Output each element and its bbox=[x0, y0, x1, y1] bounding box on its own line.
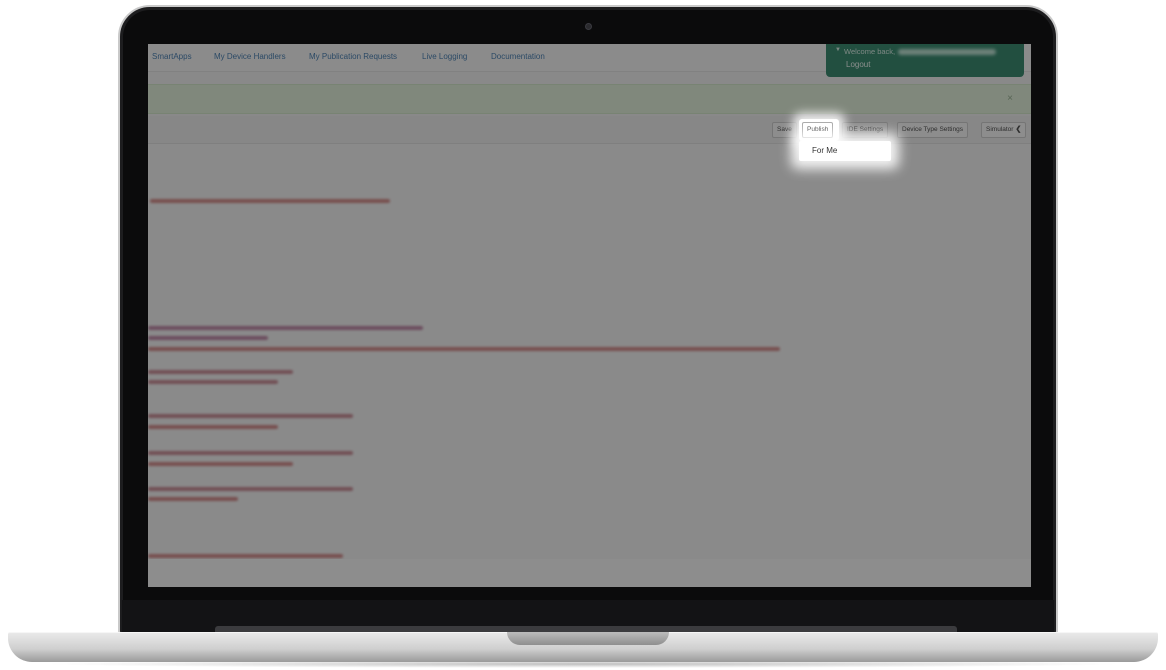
save-button[interactable]: Save bbox=[772, 122, 797, 138]
redacted-email bbox=[898, 49, 997, 56]
laptop-notch bbox=[507, 632, 669, 645]
publish-button[interactable]: Publish bbox=[802, 122, 834, 138]
code-line bbox=[148, 497, 238, 501]
editor-footer bbox=[148, 559, 1031, 587]
code-line bbox=[148, 370, 293, 374]
publish-highlight: Publish bbox=[799, 119, 839, 141]
code-line bbox=[148, 554, 343, 558]
code-line bbox=[148, 414, 353, 418]
code-line bbox=[148, 462, 293, 466]
success-alert: × bbox=[148, 84, 1031, 114]
nav-item-smartapps[interactable]: SmartApps bbox=[152, 52, 192, 61]
code-line bbox=[148, 487, 353, 491]
chevron-left-icon: ❮ bbox=[1015, 126, 1022, 133]
publish-dropdown: For Me bbox=[799, 141, 891, 161]
close-icon[interactable]: × bbox=[1007, 93, 1013, 104]
logout-link[interactable]: Logout bbox=[846, 60, 870, 69]
code-editor[interactable] bbox=[148, 144, 1031, 559]
nav-item-documentation[interactable]: Documentation bbox=[491, 52, 545, 61]
nav-item-live-logging[interactable]: Live Logging bbox=[422, 52, 467, 61]
nav-item-my-device-handlers[interactable]: My Device Handlers bbox=[214, 52, 286, 61]
ide-settings-button[interactable]: IDE Settings bbox=[842, 122, 889, 138]
code-line bbox=[148, 451, 353, 455]
simulator-label: Simulator bbox=[986, 126, 1014, 133]
welcome-prefix: Welcome back, bbox=[844, 47, 896, 56]
caret-down-icon[interactable]: ▼ bbox=[835, 47, 841, 53]
ide-screen: SmartApps My Device Handlers My Publicat… bbox=[148, 44, 1031, 587]
code-line bbox=[148, 336, 268, 340]
code-line bbox=[148, 326, 423, 330]
device-type-settings-button[interactable]: Device Type Settings bbox=[897, 122, 968, 138]
code-line bbox=[148, 425, 278, 429]
code-line bbox=[148, 347, 780, 351]
nav-item-my-publication-requests[interactable]: My Publication Requests bbox=[309, 52, 397, 61]
welcome-message: Welcome back, bbox=[844, 47, 997, 56]
camera-icon bbox=[585, 23, 592, 30]
account-panel: ▼ Welcome back, Logout bbox=[826, 44, 1024, 77]
code-line bbox=[150, 199, 390, 203]
menu-item-for-me[interactable]: For Me bbox=[812, 146, 837, 155]
code-line bbox=[148, 380, 278, 384]
editor-toolbar: Save IDE Settings Device Type Settings S… bbox=[148, 116, 1031, 144]
simulator-button[interactable]: Simulator ❮ bbox=[981, 122, 1027, 138]
